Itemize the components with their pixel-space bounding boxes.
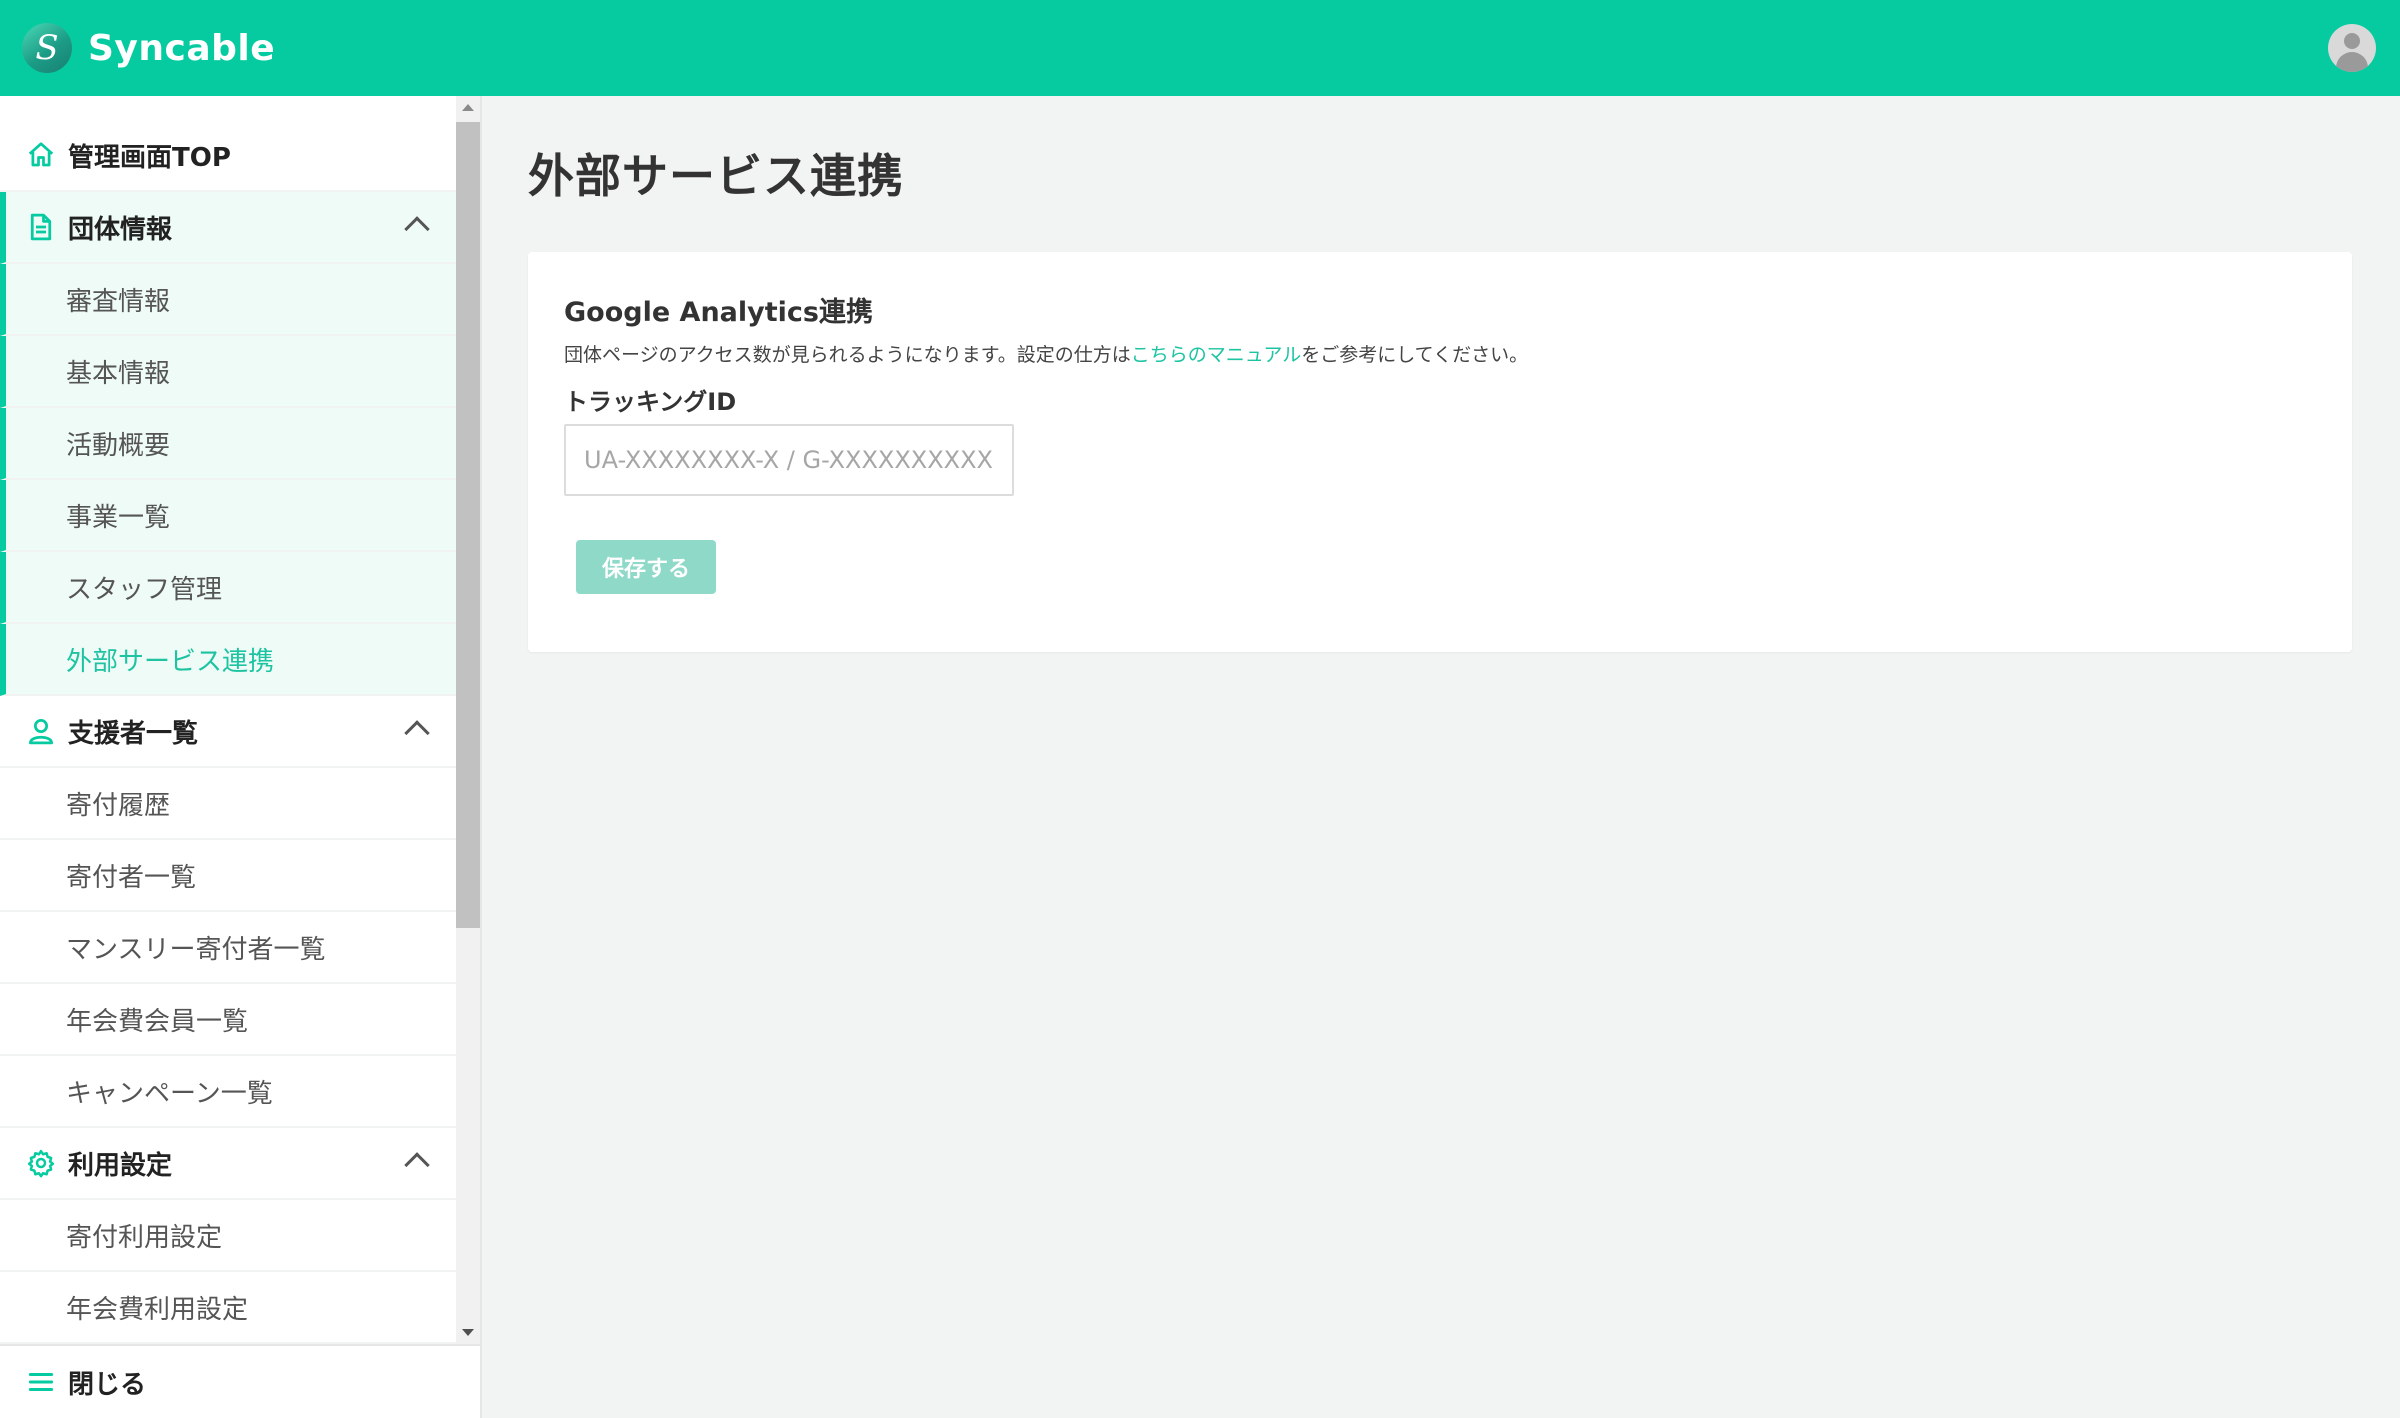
avatar-torso (2336, 52, 2368, 72)
page-title: 外部サービス連携 (528, 149, 904, 203)
sidebar-item-donors[interactable]: 寄付者一覧 (0, 840, 456, 912)
person-icon (26, 716, 56, 746)
sidebar-item-annual-fee-settings[interactable]: 年会費利用設定 (0, 1272, 456, 1344)
sidebar-group-header-usage-settings[interactable]: 利用設定 (0, 1128, 456, 1200)
scroll-down-arrow-icon[interactable] (462, 1329, 474, 1336)
logo-mark: S (22, 23, 72, 73)
chevron-up-icon[interactable] (404, 1152, 430, 1178)
sidebar-menu: 管理画面TOP 団体情報 審査情報 基本情報 活動概要 事業一覧 スタッフ管理 … (0, 96, 456, 1344)
home-icon (26, 140, 56, 170)
desc-text-after: をご参考にしてください。 (1301, 344, 1529, 366)
sidebar-item-admin-top[interactable]: 管理画面TOP (0, 120, 456, 192)
sidebar-item-activity-overview[interactable]: 活動概要 (0, 408, 456, 480)
sidebar-group-supporters: 支援者一覧 寄付履歴 寄付者一覧 マンスリー寄付者一覧 年会費会員一覧 キャンペ… (0, 696, 456, 1128)
tracking-id-label: トラッキングID (564, 388, 737, 416)
sidebar-item-projects[interactable]: 事業一覧 (0, 480, 456, 552)
sidebar-item-external-services[interactable]: 外部サービス連携 (0, 624, 456, 696)
sidebar-close-label: 閉じる (68, 1369, 147, 1400)
avatar-head (2344, 33, 2360, 49)
tracking-id-input[interactable] (564, 424, 1014, 496)
sidebar-scrollbar[interactable] (456, 96, 480, 1344)
sidebar-group-header-supporters[interactable]: 支援者一覧 (0, 696, 456, 768)
sidebar: 管理画面TOP 団体情報 審査情報 基本情報 活動概要 事業一覧 スタッフ管理 … (0, 96, 482, 1418)
sidebar-item-staff[interactable]: スタッフ管理 (0, 552, 456, 624)
sidebar-close-button[interactable]: 閉じる (0, 1344, 480, 1418)
card-title: Google Analytics連携 (564, 297, 873, 328)
menu-icon (26, 1367, 56, 1397)
sidebar-item-basic-info[interactable]: 基本情報 (0, 336, 456, 408)
sidebar-item-monthly-donors[interactable]: マンスリー寄付者一覧 (0, 912, 456, 984)
chevron-up-icon[interactable] (404, 216, 430, 242)
logo[interactable]: S Syncable (22, 23, 275, 73)
sidebar-item-donation-history[interactable]: 寄付履歴 (0, 768, 456, 840)
sidebar-group-label: 団体情報 (68, 214, 173, 245)
user-avatar[interactable] (2328, 24, 2376, 72)
sidebar-group-usage-settings: 利用設定 寄付利用設定 年会費利用設定 (0, 1128, 456, 1344)
save-button[interactable]: 保存する (576, 540, 716, 594)
sidebar-item-review-info[interactable]: 審査情報 (0, 264, 456, 336)
sidebar-group-label: 利用設定 (68, 1150, 173, 1181)
sidebar-group-label: 支援者一覧 (68, 718, 199, 749)
manual-link[interactable]: こちらのマニュアル (1131, 344, 1301, 366)
desc-text-before: 団体ページのアクセス数が見られるようになります。設定の仕方は (564, 344, 1131, 366)
sidebar-item-annual-members[interactable]: 年会費会員一覧 (0, 984, 456, 1056)
card-description: 団体ページのアクセス数が見られるようになります。設定の仕方はこちらのマニュアルを… (564, 340, 1528, 367)
scroll-up-arrow-icon[interactable] (462, 104, 474, 111)
chevron-up-icon[interactable] (404, 720, 430, 746)
sidebar-group-organization: 団体情報 審査情報 基本情報 活動概要 事業一覧 スタッフ管理 外部サービス連携 (0, 192, 456, 696)
gear-icon (26, 1148, 56, 1178)
scrollbar-thumb[interactable] (456, 122, 480, 928)
logo-text: Syncable (88, 27, 276, 69)
sidebar-item-campaigns[interactable]: キャンペーン一覧 (0, 1056, 456, 1128)
sidebar-item-donation-settings[interactable]: 寄付利用設定 (0, 1200, 456, 1272)
app-header: S Syncable (0, 0, 2400, 96)
sidebar-item-label: 管理画面TOP (68, 142, 231, 173)
document-icon (26, 212, 56, 242)
sidebar-group-header-organization[interactable]: 団体情報 (0, 192, 456, 264)
google-analytics-card: Google Analytics連携 団体ページのアクセス数が見られるようになり… (528, 252, 2352, 652)
